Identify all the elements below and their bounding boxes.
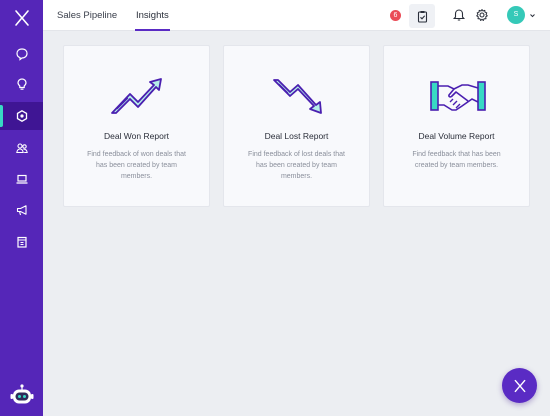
trend-down-icon	[273, 79, 322, 114]
calendar-icon	[16, 236, 27, 248]
notification-count-badge[interactable]: 6	[390, 10, 401, 21]
sidebar-item-devices[interactable]	[0, 165, 43, 193]
tasks-button[interactable]	[409, 4, 435, 28]
tab-sales-pipeline[interactable]: Sales Pipeline	[57, 0, 117, 31]
chatbot-icon[interactable]	[9, 382, 35, 408]
app-logo-icon[interactable]	[13, 9, 31, 27]
deal-lost-report-card[interactable]: Deal Lost Report Find feedback of lost d…	[223, 45, 370, 207]
card-description: Find feedback that has been created by t…	[412, 151, 501, 169]
sidebar-item-calendar[interactable]	[0, 228, 43, 256]
handshake-icon	[430, 81, 486, 111]
sidebar-item-ideas[interactable]	[0, 70, 43, 98]
sidebar-item-campaigns[interactable]	[0, 196, 43, 224]
deal-won-report-card[interactable]: Deal Won Report Find feedback of won dea…	[63, 45, 210, 207]
app-launcher-button[interactable]	[502, 368, 537, 403]
sidebar-item-chat[interactable]	[0, 40, 43, 68]
card-title: Deal Won Report	[103, 131, 170, 141]
chevron-down-icon[interactable]	[529, 12, 536, 19]
trend-up-icon	[111, 78, 162, 114]
clipboard-check-icon	[417, 10, 427, 23]
sidebar-item-insights[interactable]	[0, 102, 43, 130]
lightbulb-icon	[16, 78, 27, 90]
gear-icon[interactable]	[475, 8, 489, 22]
deal-volume-report-card[interactable]: Deal Volume Report Find feedback that ha…	[383, 45, 530, 207]
user-avatar[interactable]: S	[507, 6, 525, 24]
chat-icon	[15, 48, 28, 61]
sidebar	[0, 0, 43, 416]
sidebar-item-contacts[interactable]	[0, 134, 43, 162]
card-title: Deal Volume Report	[418, 131, 495, 141]
laptop-icon	[16, 174, 27, 184]
insights-icon	[16, 110, 27, 122]
bell-icon[interactable]	[452, 8, 466, 22]
card-description: Find feedback of won deals that has been…	[87, 151, 186, 180]
app-logo-icon	[514, 379, 525, 392]
megaphone-icon	[16, 205, 27, 216]
contacts-icon	[15, 143, 28, 154]
card-title: Deal Lost Report	[264, 131, 329, 141]
card-description: Find feedback of lost deals that has bee…	[248, 151, 345, 180]
tab-insights[interactable]: Insights	[135, 0, 170, 31]
top-bar: Sales Pipeline Insights 6 S	[43, 0, 550, 31]
